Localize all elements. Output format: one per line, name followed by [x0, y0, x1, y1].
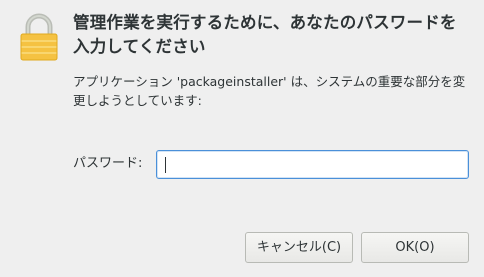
cancel-button[interactable]: キャンセル(C) — [245, 232, 353, 263]
text-caret — [165, 157, 166, 173]
ok-button[interactable]: OK(O) — [361, 232, 469, 263]
dialog-title: 管理作業を実行するために、あなたのパスワードを入力してください — [73, 13, 457, 56]
password-input[interactable] — [157, 151, 468, 178]
dialog-message: アプリケーション 'packageinstaller' は、システムの重要な部分… — [73, 74, 466, 108]
password-field[interactable] — [156, 150, 469, 179]
password-label: パスワード: — [73, 156, 143, 171]
authentication-dialog: 管理作業を実行するために、あなたのパスワードを入力してください アプリケーション… — [0, 0, 484, 277]
lock-icon — [20, 13, 58, 61]
